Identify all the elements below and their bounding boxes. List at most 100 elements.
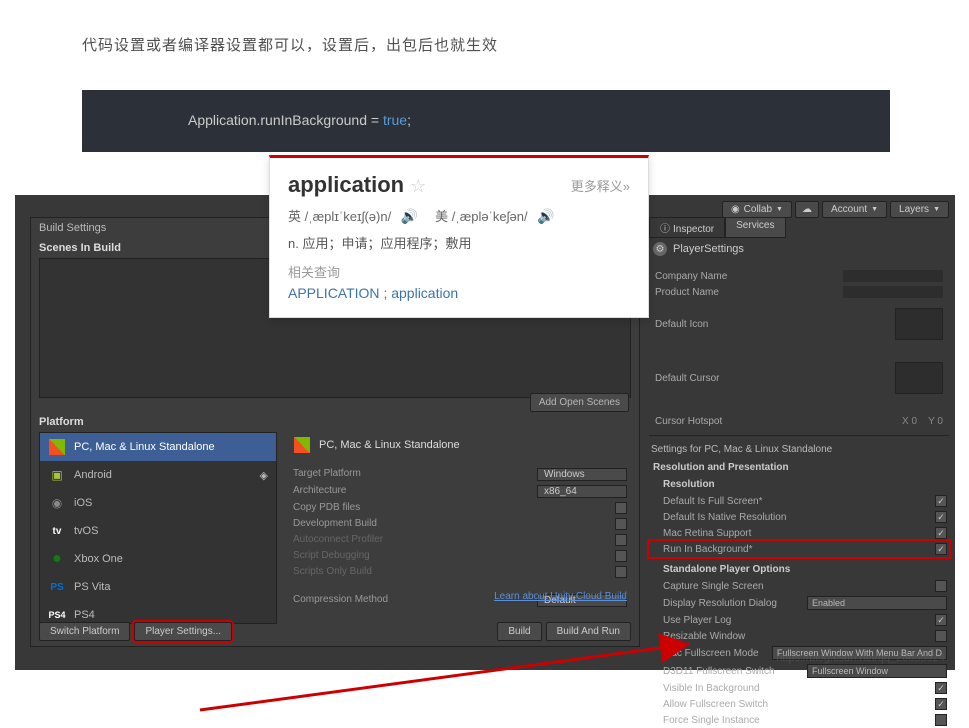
- res-pres-header[interactable]: Resolution and Presentation: [649, 459, 949, 476]
- d3d-dropdown[interactable]: Fullscreen Window: [807, 664, 947, 678]
- platform-detail: PC, Mac & Linux Standalone Target Platfo…: [289, 432, 631, 624]
- tab-services[interactable]: Services: [725, 217, 785, 238]
- unity-icon: ◈: [260, 469, 268, 482]
- platform-psvita[interactable]: PSPS Vita: [40, 573, 276, 601]
- standalone-header: Standalone Player Options: [649, 561, 949, 578]
- retina-label: Mac Retina Support: [663, 528, 751, 539]
- inspector-panel: ⓘInspector Services ⚙ PlayerSettings Comp…: [649, 217, 949, 667]
- res-header: Resolution: [649, 476, 949, 493]
- platform-xbox[interactable]: ●Xbox One: [40, 545, 276, 573]
- plog-label: Use Player Log: [663, 615, 731, 626]
- target-dropdown[interactable]: Windows: [537, 468, 627, 481]
- hotspot-label: Cursor Hotspot: [655, 416, 722, 427]
- dict-meaning: n. 应用；申请；应用程序；敷用: [288, 233, 630, 252]
- inspector-icon: ⓘ: [660, 224, 670, 235]
- platform-tvos[interactable]: tvtvOS: [40, 517, 276, 545]
- gear-icon: ⚙: [653, 242, 667, 256]
- star-icon[interactable]: ☆: [410, 176, 426, 196]
- tv-icon: tv: [48, 522, 66, 540]
- build-and-run-button[interactable]: Build And Run: [546, 622, 631, 641]
- speaker-icon[interactable]: 🔊: [537, 208, 554, 224]
- default-icon-box[interactable]: [895, 308, 943, 340]
- resize-label: Resizable Window: [663, 631, 745, 642]
- watermark: https://blog.csdn.net/qq_28655924: [776, 652, 945, 664]
- company-field[interactable]: [843, 270, 943, 282]
- comp-label: Compression Method: [293, 594, 388, 607]
- allowfs-label: Allow Fullscreen Switch: [663, 699, 768, 710]
- product-field[interactable]: [843, 286, 943, 298]
- copy-pdb-label: Copy PDB files: [293, 502, 360, 514]
- native-label: Default Is Native Resolution: [663, 512, 786, 523]
- learn-link[interactable]: Learn about Unity Cloud Build: [494, 591, 627, 602]
- account-button[interactable]: Account▼: [822, 201, 887, 218]
- add-open-scenes-button[interactable]: Add Open Scenes: [530, 393, 629, 412]
- script-label: Script Debugging: [293, 550, 370, 562]
- company-label: Company Name: [655, 271, 727, 282]
- fullscreen-checkbox[interactable]: ✓: [935, 495, 947, 507]
- windows-icon: [294, 437, 310, 453]
- dict-link-upper[interactable]: APPLICATION: [288, 285, 380, 301]
- hotspot-y[interactable]: Y 0: [928, 416, 943, 427]
- visbg-checkbox[interactable]: ✓: [935, 682, 947, 694]
- dict-link-lower[interactable]: application: [391, 285, 458, 301]
- fullscreen-label: Default Is Full Screen*: [663, 496, 763, 507]
- single-checkbox[interactable]: [935, 714, 947, 726]
- scripts-only-checkbox: [615, 566, 627, 578]
- dict-uk-label: 英: [288, 209, 301, 224]
- player-settings-button[interactable]: Player Settings...: [134, 622, 232, 641]
- dict-related-label: 相关查询: [288, 262, 630, 281]
- single-label: Force Single Instance: [663, 715, 760, 726]
- icon-label: Default Icon: [655, 319, 708, 330]
- arch-label: Architecture: [293, 485, 346, 498]
- runbg-checkbox[interactable]: ✓: [935, 543, 947, 555]
- default-cursor-box[interactable]: [895, 362, 943, 394]
- cloud-icon[interactable]: ☁: [795, 201, 819, 218]
- script-checkbox: [615, 550, 627, 562]
- build-button[interactable]: Build: [497, 622, 541, 641]
- hotspot-x[interactable]: X 0: [902, 416, 917, 427]
- product-label: Product Name: [655, 287, 719, 298]
- switch-platform-button[interactable]: Switch Platform: [39, 622, 130, 641]
- copy-pdb-checkbox[interactable]: [615, 502, 627, 514]
- layers-button[interactable]: Layers▼: [890, 201, 949, 218]
- resize-checkbox[interactable]: [935, 630, 947, 642]
- dict-uk-phon: /ˌæplɪˈkeɪʃ(ə)n/: [305, 209, 392, 224]
- cursor-label: Default Cursor: [655, 373, 719, 384]
- dict-us-label: 美: [435, 209, 448, 224]
- dict-us-phon: /ˌæpləˈkeʃən/: [452, 209, 528, 224]
- platform-ps4[interactable]: PS4PS4: [40, 601, 276, 624]
- capture-label: Capture Single Screen: [663, 581, 764, 592]
- platform-android[interactable]: ▣Android◈: [40, 461, 276, 489]
- dict-more-link[interactable]: 更多释义»: [571, 176, 630, 195]
- code-block: Application.runInBackground = true;: [82, 90, 890, 152]
- auto-checkbox: [615, 534, 627, 546]
- dict-word: application: [288, 172, 404, 197]
- platform-list: PC, Mac & Linux Standalone ▣Android◈ ◉iO…: [39, 432, 277, 624]
- ios-icon: ◉: [48, 494, 66, 512]
- speaker-icon[interactable]: 🔊: [401, 208, 418, 224]
- dialog-dropdown[interactable]: Enabled: [807, 596, 947, 610]
- detail-head: PC, Mac & Linux Standalone: [319, 439, 460, 451]
- capture-checkbox[interactable]: [935, 580, 947, 592]
- platform-label: Platform: [39, 416, 84, 428]
- auto-label: Autoconnect Profiler: [293, 534, 383, 546]
- code-value: true: [383, 112, 407, 128]
- dictionary-popup: application☆ 更多释义» 英 /ˌæplɪˈkeɪʃ(ə)n/ 🔊 …: [269, 155, 649, 318]
- plog-checkbox[interactable]: ✓: [935, 614, 947, 626]
- macfs-label: Mac Fullscreen Mode: [663, 648, 759, 659]
- native-checkbox[interactable]: ✓: [935, 511, 947, 523]
- xbox-icon: ●: [48, 550, 66, 568]
- allowfs-checkbox[interactable]: ✓: [935, 698, 947, 710]
- retina-checkbox[interactable]: ✓: [935, 527, 947, 539]
- platform-ios[interactable]: ◉iOS: [40, 489, 276, 517]
- target-label: Target Platform: [293, 468, 361, 481]
- arch-dropdown[interactable]: x86_64: [537, 485, 627, 498]
- dialog-label: Display Resolution Dialog: [663, 598, 777, 609]
- visbg-label: Visible In Background: [663, 683, 760, 694]
- code-text: Application.runInBackground =: [188, 112, 383, 128]
- tab-inspector[interactable]: ⓘInspector: [649, 217, 725, 238]
- dev-checkbox[interactable]: [615, 518, 627, 530]
- inspector-title: PlayerSettings: [673, 243, 744, 255]
- platform-pc[interactable]: PC, Mac & Linux Standalone: [40, 433, 276, 461]
- collab-button[interactable]: ◉Collab▼: [722, 201, 792, 218]
